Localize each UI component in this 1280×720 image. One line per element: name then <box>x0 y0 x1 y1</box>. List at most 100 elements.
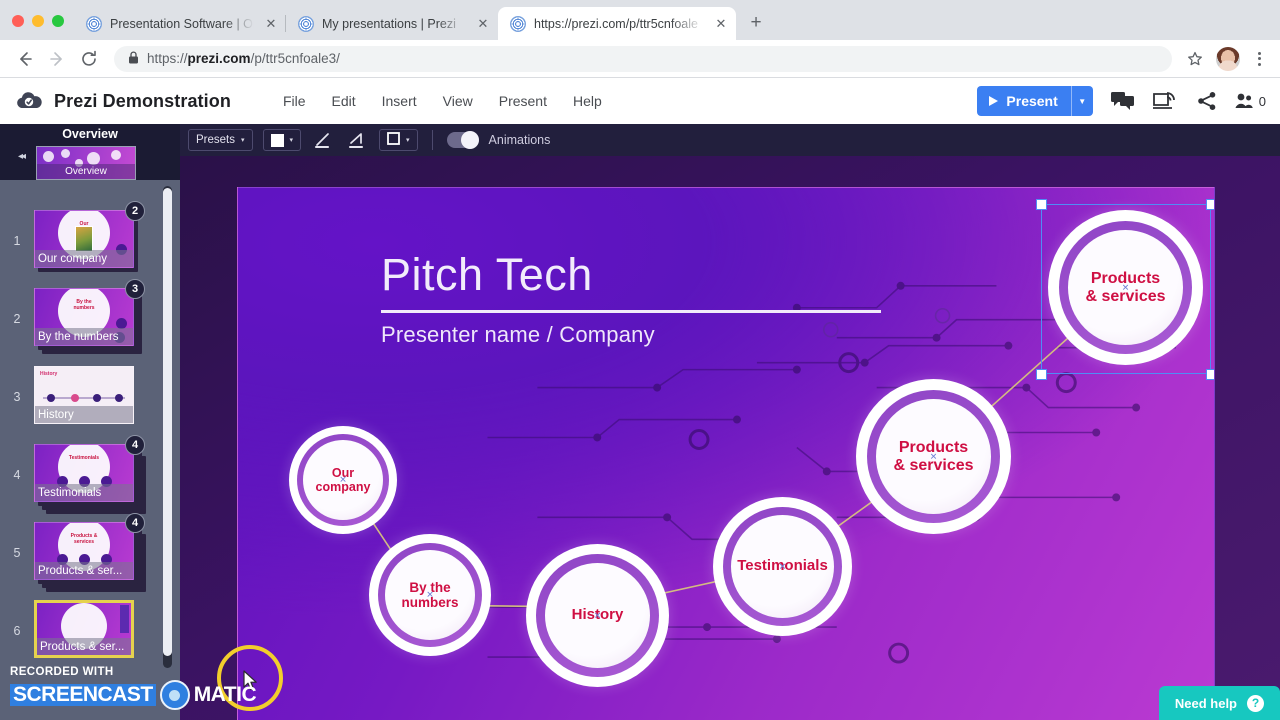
sidebar-item-label: By the numbers <box>35 328 133 345</box>
present-button[interactable]: Present <box>977 86 1070 116</box>
chevron-down-icon: ▾ <box>241 136 245 144</box>
sidebar-item-overview[interactable]: Overview <box>36 146 136 180</box>
slide-thumbnail[interactable]: History History <box>34 366 134 424</box>
selection-handle-top-left[interactable] <box>1036 199 1047 210</box>
slide-number: 4 <box>13 468 21 482</box>
need-help-button[interactable]: Need help ? <box>1158 686 1280 720</box>
sidebar-item-label: History <box>35 406 133 423</box>
play-icon <box>989 96 999 106</box>
browser-tab-title: https://prezi.com/p/ttr5cnfoale <box>534 16 698 31</box>
slide-canvas[interactable]: Pitch Tech Presenter name / Company Our … <box>237 187 1215 720</box>
slide-thumbnail[interactable]: Testimonials Testimonials <box>34 444 134 502</box>
line-end-icon[interactable] <box>345 129 369 151</box>
menu-item-present[interactable]: Present <box>499 93 547 109</box>
sidebar-item-label: Testimonials <box>35 484 133 501</box>
thumb-graphic <box>43 397 125 399</box>
url-path: /p/ttr5cnfoale3/ <box>250 51 340 66</box>
reload-icon[interactable] <box>74 44 104 74</box>
color-swatch-icon <box>270 133 284 147</box>
chevron-down-icon: ▾ <box>289 136 294 144</box>
sidebar-scrollbar-thumb[interactable] <box>163 188 172 656</box>
present-dropdown-caret-icon[interactable]: ▼ <box>1070 86 1093 116</box>
slide-number: 6 <box>13 624 21 638</box>
sidebar-item-products-services[interactable]: 5 Products &services Products & ser... <box>0 513 180 592</box>
presets-dropdown[interactable]: Presets ▾ <box>188 129 253 151</box>
menu-bar: File Edit Insert View Present Help <box>283 93 602 109</box>
menu-item-insert[interactable]: Insert <box>382 93 417 109</box>
prezi-favicon-icon <box>510 15 526 32</box>
thumb-inner-title: By the numbers <box>73 299 95 311</box>
browser-tab-bar: Presentation Software | Online ✕ My pres… <box>0 0 1280 40</box>
forward-arrow-icon[interactable] <box>42 44 72 74</box>
back-arrow-icon[interactable] <box>10 44 40 74</box>
window-controls <box>0 15 74 40</box>
menu-item-view[interactable]: View <box>443 93 473 109</box>
thumbnail-wrapper: Testimonials Testimonials 4 <box>34 435 146 514</box>
node-products-services[interactable]: Products & services ✕ <box>856 379 1011 534</box>
share-icon[interactable] <box>1197 91 1217 111</box>
sidebar-item-label: Overview <box>37 164 135 179</box>
thumb-dot <box>47 394 55 402</box>
sidebar-item-testimonials[interactable]: 4 Testimonials Testimonials 4 <box>0 435 180 514</box>
thumbnail-wrapper: Products & services Products & ser... 4 <box>34 513 146 592</box>
sidebar-item-our-company[interactable]: 1 Our Our company 2 <box>0 201 180 280</box>
sidebar-scrollbar-track[interactable] <box>163 186 172 668</box>
sidebar-item-label: Products & ser... <box>35 562 133 579</box>
browser-tab-3-active[interactable]: https://prezi.com/p/ttr5cnfoale ✕ <box>498 7 736 40</box>
collapse-left-icon[interactable]: ◂◂ <box>18 151 26 162</box>
menu-item-file[interactable]: File <box>283 93 306 109</box>
sidebar-item-products-services-selected[interactable]: 6 Products & ser... <box>0 592 180 670</box>
kebab-menu-icon[interactable] <box>1248 46 1270 72</box>
prezi-favicon-icon <box>298 15 314 32</box>
present-button-label: Present <box>1006 93 1058 109</box>
new-tab-button[interactable]: + <box>742 9 770 37</box>
fill-color-dropdown[interactable]: ▾ <box>262 129 302 151</box>
slide-count-badge: 3 <box>125 279 145 299</box>
prezi-workspace: Presets ▾ ▾ ▾ Animations Overview ◂◂ Ove… <box>0 124 1280 720</box>
maximize-window-button[interactable] <box>52 15 64 27</box>
selection-handle-bottom-left[interactable] <box>1036 369 1047 380</box>
slide-count-badge: 4 <box>125 435 145 455</box>
comment-icon[interactable] <box>1110 91 1135 111</box>
present-button-group[interactable]: Present ▼ <box>977 86 1093 116</box>
minimize-window-button[interactable] <box>32 15 44 27</box>
node-history[interactable]: History ✕ <box>526 544 669 687</box>
menu-item-help[interactable]: Help <box>573 93 602 109</box>
node-center-marker-icon: ✕ <box>778 561 787 571</box>
close-window-button[interactable] <box>12 15 24 27</box>
star-icon[interactable] <box>1182 46 1208 72</box>
selection-handle-bottom-right[interactable] <box>1206 369 1214 380</box>
thumb-dot <box>93 394 101 402</box>
selection-handle-top-right[interactable] <box>1206 199 1214 210</box>
address-bar[interactable]: https://prezi.com/p/ttr5cnfoale3/ <box>114 45 1172 72</box>
slide-thumbnail[interactable]: Our Our company <box>34 210 134 268</box>
node-our-company[interactable]: Our company ✕ <box>289 426 397 534</box>
thumb-accent <box>120 605 129 633</box>
animations-toggle[interactable] <box>446 131 479 149</box>
cast-icon[interactable] <box>1152 91 1179 111</box>
menu-item-edit[interactable]: Edit <box>332 93 356 109</box>
node-testimonials[interactable]: Testimonials ✕ <box>713 497 852 636</box>
sidebar-item-history[interactable]: 3 History History <box>0 358 180 436</box>
slide-number: 2 <box>13 312 21 326</box>
prezi-cloud-logo[interactable] <box>14 90 44 112</box>
url-host: prezi.com <box>187 51 251 66</box>
people-icon[interactable]: 0 <box>1235 92 1266 110</box>
close-tab-icon[interactable]: ✕ <box>262 15 280 33</box>
sidebar-item-by-the-numbers[interactable]: 2 By the numbers By the numbers 3 <box>0 279 180 358</box>
slide-thumbnail-selected[interactable]: Products & ser... <box>34 600 134 658</box>
chevron-down-icon: ▾ <box>406 136 410 144</box>
slide-thumbnail[interactable]: By the numbers By the numbers <box>34 288 134 346</box>
thumb-dot <box>115 394 123 402</box>
slide-thumbnail[interactable]: Products & services Products & ser... <box>34 522 134 580</box>
avatar[interactable] <box>1216 46 1240 71</box>
close-tab-icon[interactable]: ✕ <box>474 15 492 33</box>
shape-dropdown[interactable]: ▾ <box>379 129 418 151</box>
close-tab-icon[interactable]: ✕ <box>712 15 730 33</box>
browser-tab-1[interactable]: Presentation Software | Online ✕ <box>74 7 286 40</box>
node-by-the-numbers[interactable]: By the numbers ✕ <box>369 534 491 656</box>
browser-tab-2[interactable]: My presentations | Prezi ✕ <box>285 7 498 40</box>
canvas-area[interactable]: Pitch Tech Presenter name / Company Our … <box>180 156 1280 720</box>
node-center-marker-icon: ✕ <box>426 589 434 600</box>
line-style-icon[interactable] <box>311 129 335 151</box>
